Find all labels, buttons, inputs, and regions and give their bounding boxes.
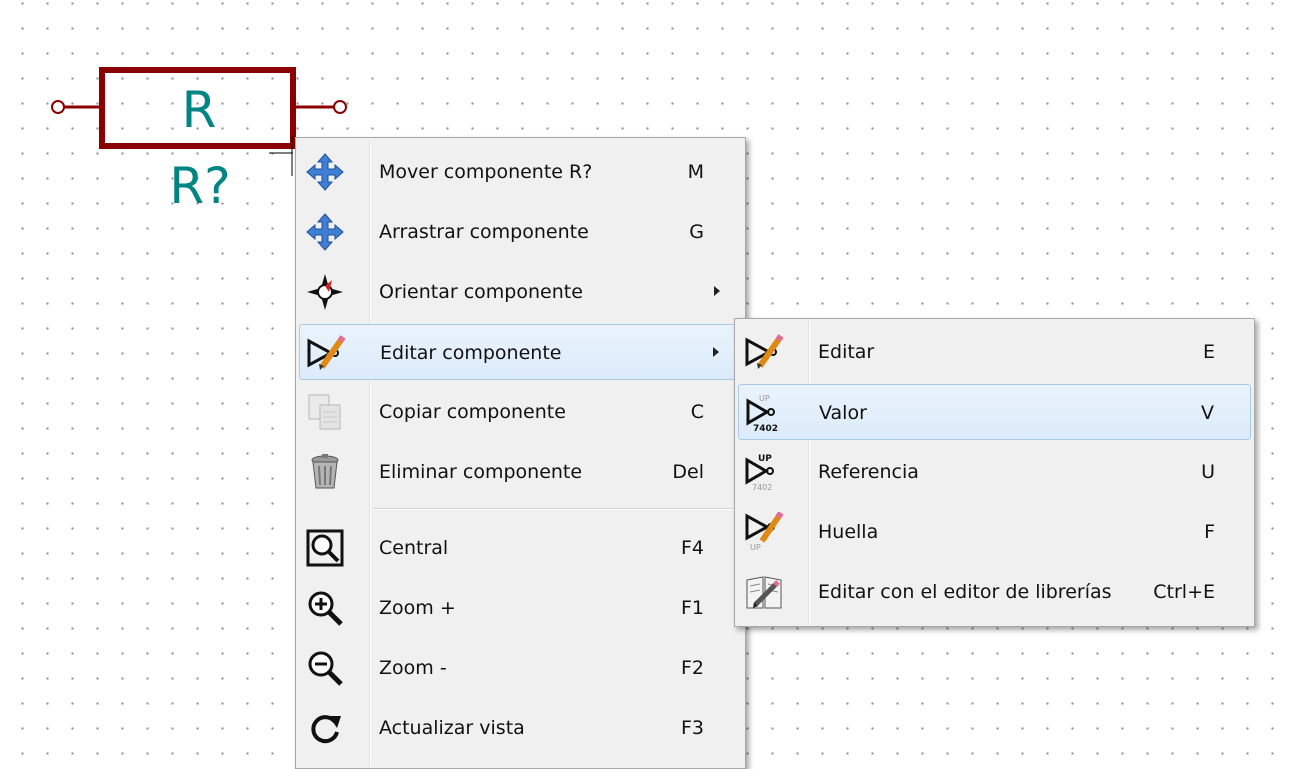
submenu-item-library-editor[interactable]: Editar con el editor de librerías Ctrl+E [738, 564, 1251, 620]
edit-component-icon [306, 333, 346, 373]
reference-text: R [182, 81, 217, 139]
svg-text:7402: 7402 [752, 483, 772, 492]
move-icon [305, 152, 345, 192]
context-menu: Mover componente R? M Arrastrar componen… [295, 137, 746, 769]
footprint-icon: UP [744, 512, 784, 552]
svg-text:UP: UP [759, 394, 770, 403]
zoom-out-icon [305, 648, 345, 688]
submenu-item-reference[interactable]: UP 7402 Referencia U [738, 444, 1251, 500]
menu-separator [372, 508, 741, 510]
svg-text:7402: 7402 [753, 424, 778, 433]
submenu-item-value[interactable]: UP 7402 Valor V [738, 384, 1251, 440]
submenu-arrow-icon [713, 347, 719, 357]
menu-item-refresh-view[interactable]: Actualizar vista F3 [299, 700, 742, 756]
copy-icon [305, 392, 345, 432]
submenu-item-edit[interactable]: Editar E [738, 324, 1251, 380]
menu-item-copy-component[interactable]: Copiar componente C [299, 384, 742, 440]
reference-icon: UP 7402 [744, 452, 784, 492]
menu-item-delete-component[interactable]: Eliminar componente Del [299, 444, 742, 500]
edit-component-submenu: Editar E UP 7402 Valor V UP 7402 Referen… [734, 318, 1255, 627]
value-icon: UP 7402 [745, 393, 785, 433]
edit-icon [744, 332, 784, 372]
zoom-center-icon [305, 528, 345, 568]
svg-text:UP: UP [750, 543, 761, 552]
menu-item-orient-component[interactable]: Orientar componente [299, 264, 742, 320]
menu-item-move-component[interactable]: Mover componente R? M [299, 144, 742, 200]
menu-item-edit-component[interactable]: Editar componente [299, 324, 742, 380]
menu-item-drag-component[interactable]: Arrastrar componente G [299, 204, 742, 260]
left-pin-terminal [51, 100, 65, 114]
orient-icon [305, 272, 345, 312]
svg-text:UP: UP [758, 454, 772, 464]
submenu-arrow-icon [714, 286, 720, 296]
refresh-icon [305, 708, 345, 748]
submenu-item-footprint[interactable]: UP Huella F [738, 504, 1251, 560]
library-editor-icon [744, 572, 784, 612]
right-pin-terminal [333, 100, 347, 114]
drag-icon [305, 212, 345, 252]
menu-item-zoom-center[interactable]: Central F4 [299, 520, 742, 576]
zoom-in-icon [305, 588, 345, 628]
menu-item-zoom-in[interactable]: Zoom + F1 [299, 580, 742, 636]
menu-item-zoom-out[interactable]: Zoom - F2 [299, 640, 742, 696]
value-text: R? [169, 157, 230, 215]
trash-icon [305, 452, 345, 492]
